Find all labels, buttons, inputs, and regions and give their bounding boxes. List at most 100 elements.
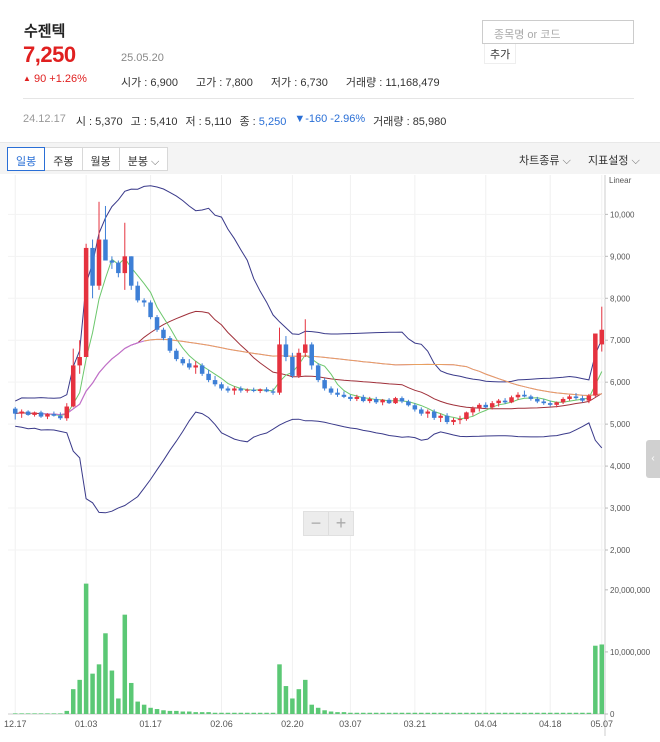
stock-search-input[interactable]: 종목명 or 코드: [482, 20, 634, 44]
volume-bar: [354, 712, 360, 714]
price-tick-label: 6,000: [610, 378, 631, 387]
candle-down: [528, 396, 534, 399]
chevron-down-icon: ⌵: [148, 156, 160, 168]
volume-bar: [348, 712, 353, 714]
candle-down: [109, 260, 115, 263]
volume-bar: [412, 712, 418, 714]
volume-bar: [457, 712, 463, 714]
candle-down: [186, 363, 192, 368]
volume-bar: [251, 712, 256, 714]
stat-high: 고가 : 7,800: [195, 77, 253, 89]
volume-bar: [483, 712, 489, 714]
price-tick-label: 8,000: [610, 294, 631, 303]
candle-down: [335, 392, 340, 395]
volume-bar: [122, 614, 128, 714]
hover-volume: 거래량 : 85,980: [373, 116, 447, 128]
volume-bar: [315, 707, 321, 714]
x-tick-label: 02.06: [210, 719, 233, 729]
price-change-value: 90 +1.26%: [33, 73, 87, 85]
volume-bar: [270, 712, 276, 714]
volume-bar: [554, 712, 559, 714]
price-chart[interactable]: 12.17 01.03 01.17 02.06 02.20 03.07 03.21 04.04…: [0, 175, 660, 742]
candle-up: [122, 256, 128, 274]
volume-bar: [373, 712, 379, 714]
candle-down: [419, 409, 424, 414]
volume-bar: [154, 709, 160, 714]
volume-bar: [245, 712, 250, 714]
volume-bar: [489, 712, 495, 714]
candle-up: [560, 398, 566, 403]
candle-down: [154, 317, 160, 330]
candle-down: [444, 415, 450, 423]
current-price: 7,250: [23, 42, 76, 67]
up-arrow-icon: ▲: [23, 74, 31, 83]
tab-monthly[interactable]: 월봉: [82, 147, 120, 171]
price-tick-label: 2,000: [610, 546, 631, 555]
candle-down: [502, 400, 508, 403]
volume-bar: [580, 712, 585, 714]
volume-bar: [496, 712, 501, 714]
candle-up: [496, 400, 501, 404]
candle-down: [38, 412, 44, 417]
candle-down: [206, 373, 211, 381]
candle-down: [315, 365, 321, 381]
candle-down: [251, 389, 256, 391]
candle-down: [167, 338, 173, 351]
volume-bar: [103, 633, 108, 714]
volume-bar: [264, 712, 269, 714]
volume-bar: [438, 712, 443, 714]
candle-down: [58, 415, 63, 419]
candle-down: [541, 401, 547, 404]
side-panel-toggle[interactable]: ‹: [646, 440, 660, 478]
candle-down: [547, 403, 553, 405]
candle-up: [586, 395, 592, 401]
volume-bar: [277, 664, 282, 714]
volume-bar: [502, 712, 508, 714]
candle-down: [386, 399, 392, 404]
candle-up: [489, 403, 495, 408]
candle-up: [425, 411, 431, 414]
volume-bar: [232, 712, 237, 714]
tab-daily[interactable]: 일봉: [7, 147, 46, 171]
volume-bar: [522, 712, 527, 714]
candle-down: [361, 396, 366, 402]
volume-bar: [399, 712, 405, 714]
volume-bar: [58, 713, 63, 714]
chevron-left-icon: ‹: [651, 453, 655, 464]
volume-bar: [406, 712, 411, 714]
candle-down: [522, 394, 527, 397]
volume-bar: [509, 712, 514, 714]
volume-tick-label: 0: [610, 710, 615, 719]
candle-down: [283, 344, 289, 358]
volume-bar: [464, 712, 469, 714]
volume-bar: [515, 712, 521, 714]
add-button[interactable]: 추가: [484, 44, 516, 64]
candle-down: [141, 300, 147, 303]
chart-type-dropdown[interactable]: 차트종류 ⌵: [519, 152, 571, 168]
indicator-settings-dropdown[interactable]: 지표설정 ⌵: [588, 152, 640, 168]
candle-up: [257, 389, 263, 391]
volume-bar: [128, 682, 134, 714]
candle-up: [83, 247, 89, 358]
zoom-out-button[interactable]: −: [304, 512, 329, 535]
volume-tick-label: 20,000,000: [610, 586, 651, 595]
price-tick-label: 9,000: [610, 252, 631, 261]
volume-bar: [64, 710, 70, 714]
volume-bar: [528, 712, 534, 714]
candle-down: [116, 262, 121, 274]
stat-low: 저가 : 6,730: [270, 77, 328, 89]
volume-bar: [90, 673, 95, 714]
hover-date: 24.12.17: [23, 113, 66, 125]
candle-up: [96, 239, 102, 286]
volume-bar: [419, 712, 424, 714]
candle-down: [270, 391, 276, 393]
zoom-in-button[interactable]: +: [329, 512, 353, 535]
volume-bar: [70, 689, 76, 714]
x-tick-label: 02.20: [281, 719, 304, 729]
candle-up: [232, 388, 237, 391]
tab-minute[interactable]: 분봉 ⌵: [119, 147, 169, 171]
divider: [23, 98, 634, 99]
hover-open: 시 : 5,370: [75, 116, 123, 128]
candle-up: [380, 399, 385, 403]
tab-weekly[interactable]: 주봉: [45, 147, 83, 171]
